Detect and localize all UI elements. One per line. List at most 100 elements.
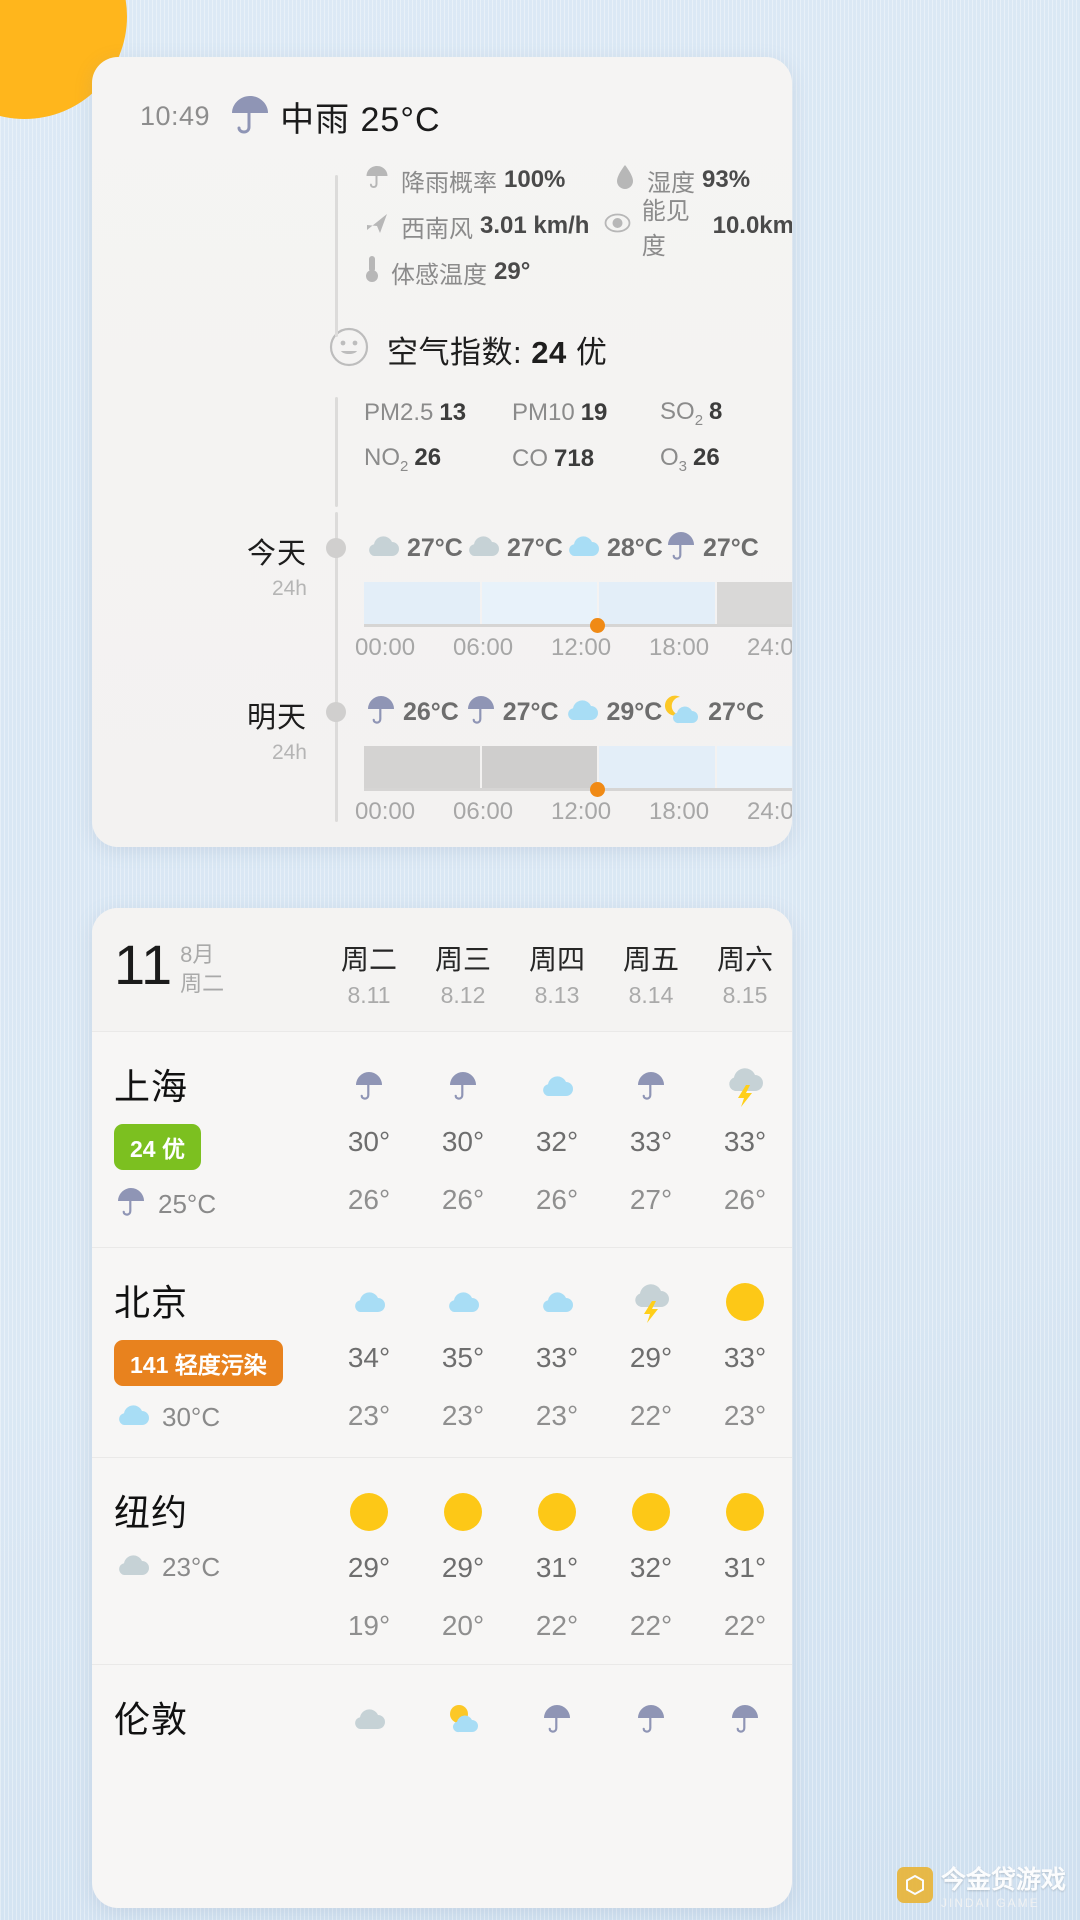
pollutant-co: CO 718 <box>512 445 660 473</box>
hourly-bar-segment <box>599 746 715 788</box>
day-low-temp: 19° <box>347 1610 391 1641</box>
city-forecast-row[interactable]: 纽约 23°C 29° 19° 29° 20° 31° 22° 32° 22° 31° 22° <box>92 1457 792 1664</box>
day-low-temp: 26° <box>723 1184 767 1215</box>
sun-cloud-icon <box>443 1691 483 1747</box>
thermometer-icon <box>364 254 380 291</box>
city-day-cell: 33° 23° <box>698 1274 792 1435</box>
time-tick: 24:00 <box>747 798 792 825</box>
watermark-subtitle: JINDAI GAME <box>940 1896 1040 1910</box>
hourly-cells: 26°C 27°C 29°C 27°C <box>364 692 764 733</box>
day-high-temp: 29° <box>347 1552 391 1583</box>
hourly-day-block[interactable]: 今天 24h 27°C 27°C 28°C 27°C 00:00 06:00 12:00 18:0… <box>92 524 792 674</box>
aqi-label: 空气指数: <box>387 335 523 370</box>
forecast-column-header[interactable]: 周六 8.15 <box>698 938 792 1009</box>
aqi-badge: 24 优 <box>114 1124 201 1170</box>
sun-icon <box>628 1484 674 1540</box>
umbrella-icon <box>634 1058 668 1114</box>
cloud-blue-icon <box>564 531 602 566</box>
forecast-column-header[interactable]: 周四 8.13 <box>510 938 604 1009</box>
city-forecast-row[interactable]: 北京 141 轻度污染 30°C 34° 23° 35° 23° 33° 23° 29° 22° 33… <box>92 1247 792 1457</box>
day-duration: 24h <box>271 741 307 764</box>
umbrella-icon <box>352 1058 386 1114</box>
hourly-day-block[interactable]: 明天 24h 26°C 27°C 29°C 27°C 00:00 06:00 12:00 18:0… <box>92 688 792 838</box>
time-tick: 24:00 <box>747 634 792 661</box>
current-condition-text: 中雨 25°C <box>280 101 441 139</box>
time-tick: 00:00 <box>355 634 416 661</box>
watermark-logo-icon <box>896 1867 933 1903</box>
cloud-blue-icon <box>563 695 601 730</box>
eye-visibility-icon <box>604 212 631 241</box>
city-name: 纽约 <box>114 1492 189 1533</box>
hourly-cell: 27°C <box>663 692 764 733</box>
wind-arrow-icon <box>364 210 390 243</box>
multi-city-forecast-card[interactable]: 11 8月 周二 周二 8.11 周三 8.12 周四 8.13 周五 8.14 周六 8.15 … <box>92 908 792 1908</box>
city-day-cell: 30° 26° <box>322 1058 416 1225</box>
city-day-cells <box>322 1691 792 1785</box>
city-forecast-row[interactable]: 上海 24 优 25°C 30° 26° 30° 26° 32° 26° 33° 27° 33° 26° <box>92 1031 792 1247</box>
hourly-bar-segment <box>716 746 792 788</box>
pollutant-name: O <box>660 443 679 471</box>
forecast-date: 11 8月 周二 <box>92 936 322 998</box>
time-tick: 12:00 <box>551 798 612 825</box>
hourly-cell: 27°C <box>664 528 764 569</box>
umbrella-icon <box>664 528 698 569</box>
thunderstorm-icon <box>628 1274 674 1330</box>
detail-value: 93% <box>702 166 751 193</box>
watermark-title: 今金贷游戏 <box>940 1866 1066 1894</box>
day-high-temp: 33° <box>629 1126 673 1157</box>
time-tick: 06:00 <box>453 798 514 825</box>
day-high-temp: 34° <box>347 1342 391 1373</box>
current-weather-card[interactable]: 10:49 中雨 25°C 降雨概率 100% 湿度 93% 西南风 3.01 … <box>92 57 792 847</box>
time-tick: 00:00 <box>355 798 416 825</box>
column-weekday: 周三 <box>434 944 491 975</box>
sun-icon <box>722 1274 768 1330</box>
umbrella-icon <box>728 1691 762 1747</box>
day-low-temp: 22° <box>629 1400 673 1431</box>
current-condition-row: 10:49 中雨 25°C <box>92 57 792 143</box>
detail-value: 100% <box>504 166 566 193</box>
air-quality-row[interactable]: 空气指数: 24 优 <box>329 327 792 372</box>
pollutant-subscript: 2 <box>694 411 704 429</box>
day-high-temp: 33° <box>723 1342 767 1373</box>
current-time-marker <box>589 782 605 797</box>
pollutant-name: NO <box>364 443 400 471</box>
day-low-temp: 22° <box>629 1610 673 1641</box>
city-current-weather: 30°C <box>114 1400 322 1435</box>
pollutant-grid: PM2.5 13 PM10 19 SO2 8 NO2 26 CO 718 O3 26 <box>364 390 784 482</box>
pollutant-so2: SO2 8 <box>660 398 722 429</box>
current-time: 10:49 <box>140 101 211 131</box>
city-day-cells: 29° 19° 29° 20° 31° 22° 32° 22° 31° 22° <box>322 1484 792 1642</box>
hourly-bar-segment <box>364 582 480 624</box>
city-day-cell <box>510 1691 604 1785</box>
detail-label: 体感温度 <box>391 261 487 289</box>
day-high-temp: 31° <box>535 1552 579 1583</box>
day-low-temp: 26° <box>347 1184 391 1215</box>
pollutant-o3: O3 26 <box>660 444 720 475</box>
city-forecast-row[interactable]: 伦敦 <box>92 1664 792 1807</box>
column-date: 8.14 <box>628 982 674 1008</box>
hourly-temp: 27°C <box>502 698 559 726</box>
pollutant-subscript: 2 <box>400 457 409 475</box>
city-info: 伦敦 <box>92 1691 322 1785</box>
cloud-grey-icon <box>464 531 502 566</box>
day-low-temp: 26° <box>441 1184 485 1215</box>
city-current-temp: 30°C <box>162 1402 221 1432</box>
hourly-cells: 27°C 27°C 28°C 27°C <box>364 528 764 569</box>
forecast-column-header[interactable]: 周三 8.12 <box>416 938 510 1009</box>
pollutant-value: 19 <box>580 399 608 426</box>
hourly-temp: 27°C <box>407 534 463 562</box>
day-low-temp: 23° <box>723 1400 767 1431</box>
sun-icon <box>534 1484 580 1540</box>
cloud-blue-icon <box>350 1274 388 1330</box>
day-timeline-dot <box>326 538 346 558</box>
city-day-cell: 29° 22° <box>604 1274 698 1435</box>
day-high-temp: 35° <box>441 1342 485 1373</box>
day-high-temp: 32° <box>629 1552 673 1583</box>
day-low-temp: 22° <box>723 1610 767 1641</box>
umbrella-icon <box>446 1058 480 1114</box>
time-tick-row: 00:00 06:00 12:00 18:00 24:00 <box>355 634 792 662</box>
forecast-column-header[interactable]: 周二 8.11 <box>322 938 416 1009</box>
day-high-temp: 30° <box>441 1126 485 1157</box>
forecast-column-header[interactable]: 周五 8.14 <box>604 938 698 1009</box>
pollutant-value: 8 <box>709 397 723 425</box>
